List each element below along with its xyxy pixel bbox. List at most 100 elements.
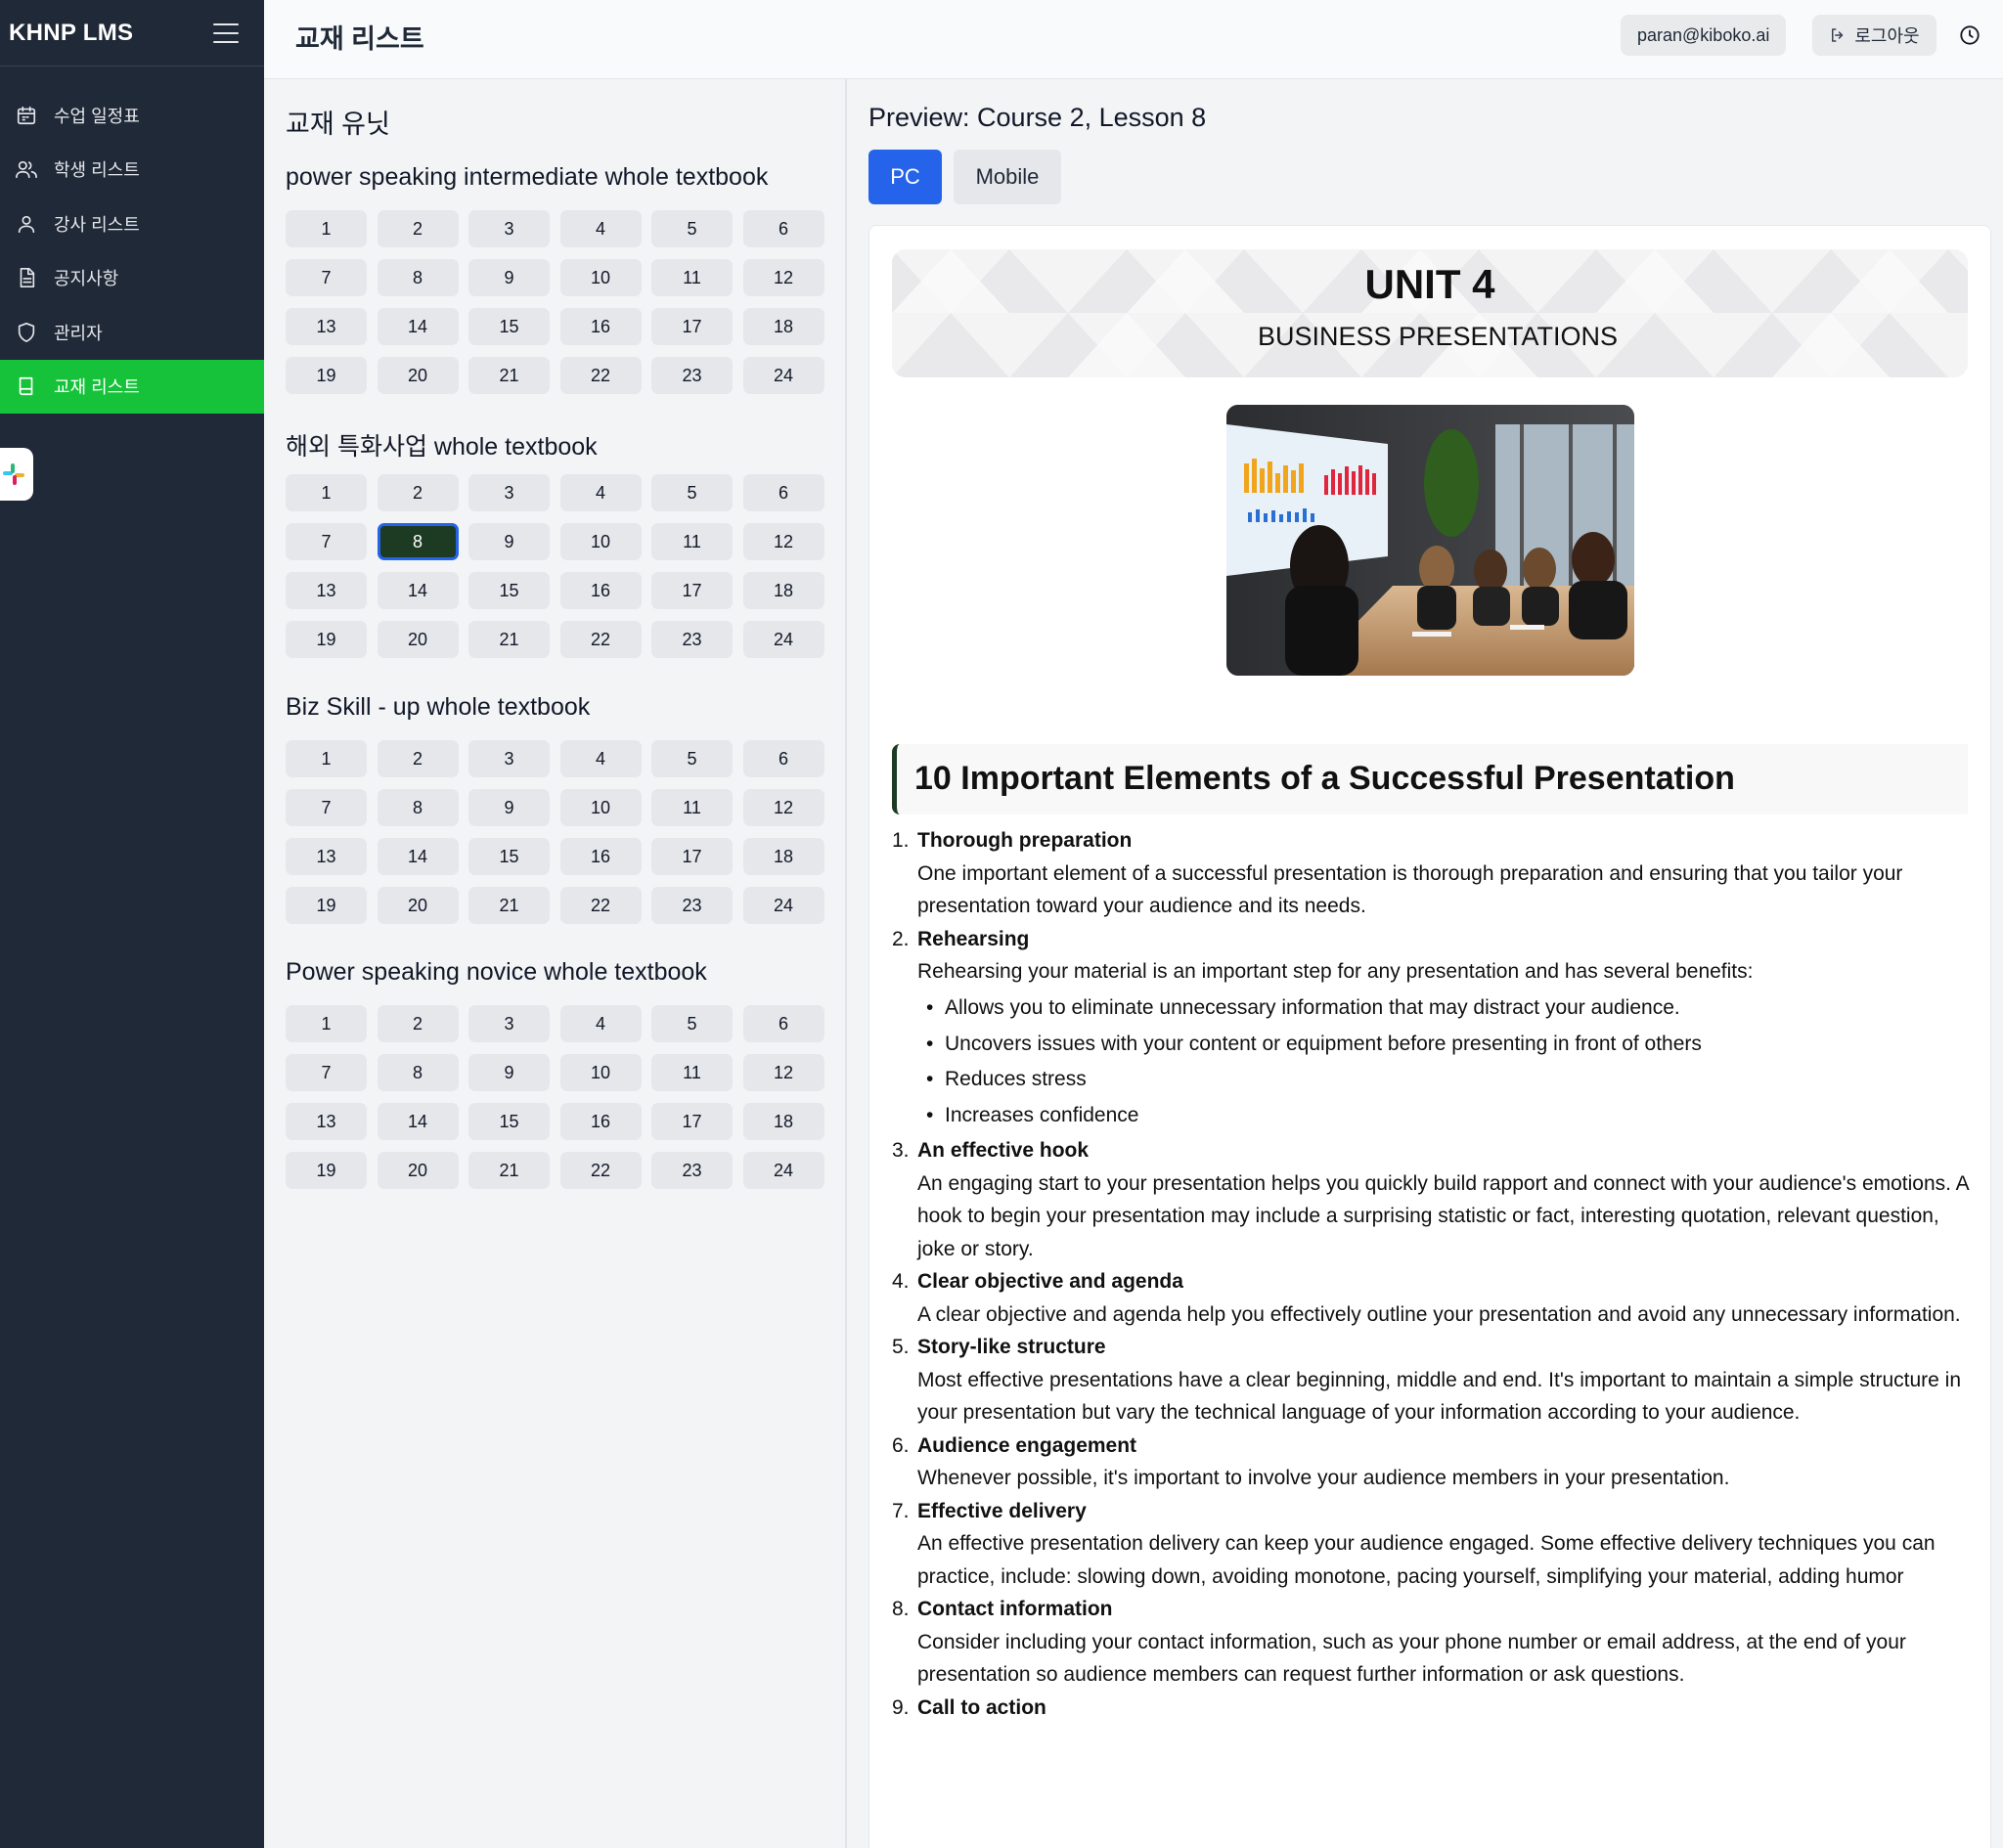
unit-button[interactable]: 16 (559, 308, 642, 345)
unit-button[interactable]: 15 (468, 308, 550, 345)
unit-button[interactable]: 17 (651, 572, 733, 609)
unit-button[interactable]: 24 (742, 1152, 824, 1189)
brand-logo[interactable]: KHNP LMS (9, 20, 133, 47)
unit-button[interactable]: 23 (651, 1152, 733, 1189)
hamburger-menu-icon[interactable] (213, 22, 239, 43)
unit-button[interactable]: 3 (468, 210, 550, 247)
unit-button[interactable]: 19 (286, 1152, 367, 1189)
unit-button[interactable]: 17 (651, 308, 733, 345)
unit-button[interactable]: 21 (468, 357, 550, 394)
tab-mobile[interactable]: Mobile (954, 150, 1061, 204)
unit-button[interactable]: 12 (742, 523, 824, 560)
unit-button[interactable]: 7 (286, 1054, 367, 1091)
unit-button[interactable]: 2 (377, 1005, 459, 1042)
unit-button[interactable]: 13 (286, 572, 367, 609)
sidebar-item-schedule[interactable]: 수업 일정표 (0, 88, 264, 143)
unit-button[interactable]: 8 (377, 789, 459, 826)
unit-button[interactable]: 16 (559, 838, 642, 875)
unit-button[interactable]: 4 (559, 474, 642, 511)
unit-button[interactable]: 14 (377, 308, 459, 345)
unit-button[interactable]: 20 (377, 357, 459, 394)
unit-button[interactable]: 24 (742, 621, 824, 658)
clock-icon[interactable] (1959, 24, 1981, 51)
unit-button[interactable]: 22 (559, 621, 642, 658)
unit-button[interactable]: 1 (286, 474, 367, 511)
unit-button[interactable]: 10 (559, 1054, 642, 1091)
unit-button[interactable]: 15 (468, 572, 550, 609)
unit-button[interactable]: 20 (377, 621, 459, 658)
unit-button[interactable]: 12 (742, 259, 824, 296)
unit-button[interactable]: 13 (286, 1103, 367, 1140)
unit-button[interactable]: 1 (286, 1005, 367, 1042)
unit-button[interactable]: 19 (286, 887, 367, 924)
unit-button[interactable]: 11 (651, 523, 733, 560)
unit-button[interactable]: 5 (651, 474, 733, 511)
unit-button[interactable]: 10 (559, 523, 642, 560)
sidebar-item-textbooks[interactable]: 교재 리스트 (0, 359, 264, 414)
logout-button[interactable]: 로그아웃 (1812, 15, 1936, 56)
unit-button[interactable]: 13 (286, 308, 367, 345)
unit-button[interactable]: 19 (286, 621, 367, 658)
unit-button[interactable]: 18 (742, 838, 824, 875)
slack-icon[interactable] (0, 448, 33, 501)
unit-button[interactable]: 6 (742, 740, 824, 777)
unit-button[interactable]: 10 (559, 259, 642, 296)
sidebar-item-notices[interactable]: 공지사항 (0, 251, 264, 306)
unit-button[interactable]: 7 (286, 259, 367, 296)
unit-button[interactable]: 21 (468, 887, 550, 924)
unit-button[interactable]: 2 (377, 474, 459, 511)
unit-button[interactable]: 10 (559, 789, 642, 826)
unit-button[interactable]: 22 (559, 357, 642, 394)
unit-button[interactable]: 14 (377, 1103, 459, 1140)
unit-button[interactable]: 19 (286, 357, 367, 394)
unit-button[interactable]: 1 (286, 210, 367, 247)
unit-button[interactable]: 14 (377, 572, 459, 609)
sidebar-item-admin[interactable]: 관리자 (0, 305, 264, 360)
unit-button[interactable]: 9 (468, 523, 550, 560)
unit-button[interactable]: 18 (742, 572, 824, 609)
unit-button[interactable]: 23 (651, 887, 733, 924)
unit-button[interactable]: 5 (651, 740, 733, 777)
unit-button[interactable]: 22 (559, 887, 642, 924)
unit-button[interactable]: 20 (377, 1152, 459, 1189)
unit-button[interactable]: 6 (742, 474, 824, 511)
unit-button[interactable]: 18 (742, 308, 824, 345)
unit-button[interactable]: 15 (468, 838, 550, 875)
unit-button[interactable]: 5 (651, 210, 733, 247)
unit-button[interactable]: 4 (559, 740, 642, 777)
unit-button[interactable]: 2 (377, 210, 459, 247)
unit-button[interactable]: 4 (559, 1005, 642, 1042)
unit-button[interactable]: 9 (468, 1054, 550, 1091)
sidebar-item-students[interactable]: 학생 리스트 (0, 143, 264, 198)
unit-button[interactable]: 7 (286, 789, 367, 826)
unit-button[interactable]: 11 (651, 1054, 733, 1091)
unit-button[interactable]: 12 (742, 1054, 824, 1091)
unit-button[interactable]: 8 (377, 259, 459, 296)
unit-button[interactable]: 17 (651, 838, 733, 875)
unit-button[interactable]: 2 (377, 740, 459, 777)
unit-button[interactable]: 22 (559, 1152, 642, 1189)
unit-button[interactable]: 15 (468, 1103, 550, 1140)
unit-button[interactable]: 3 (468, 740, 550, 777)
unit-button[interactable]: 21 (468, 621, 550, 658)
unit-button[interactable]: 23 (651, 357, 733, 394)
unit-button[interactable]: 4 (559, 210, 642, 247)
unit-button[interactable]: 23 (651, 621, 733, 658)
unit-button[interactable]: 17 (651, 1103, 733, 1140)
unit-button[interactable]: 6 (742, 210, 824, 247)
unit-button[interactable]: 8 (377, 1054, 459, 1091)
unit-button[interactable]: 11 (651, 789, 733, 826)
unit-button[interactable]: 11 (651, 259, 733, 296)
unit-button[interactable]: 8 (377, 523, 459, 560)
unit-button[interactable]: 9 (468, 259, 550, 296)
sidebar-item-instructors[interactable]: 강사 리스트 (0, 197, 264, 251)
unit-button[interactable]: 13 (286, 838, 367, 875)
unit-button[interactable]: 16 (559, 1103, 642, 1140)
unit-button[interactable]: 9 (468, 789, 550, 826)
unit-button[interactable]: 16 (559, 572, 642, 609)
unit-button[interactable]: 6 (742, 1005, 824, 1042)
user-email-badge[interactable]: paran@kiboko.ai (1621, 15, 1787, 56)
unit-button[interactable]: 21 (468, 1152, 550, 1189)
unit-button[interactable]: 5 (651, 1005, 733, 1042)
unit-button[interactable]: 12 (742, 789, 824, 826)
